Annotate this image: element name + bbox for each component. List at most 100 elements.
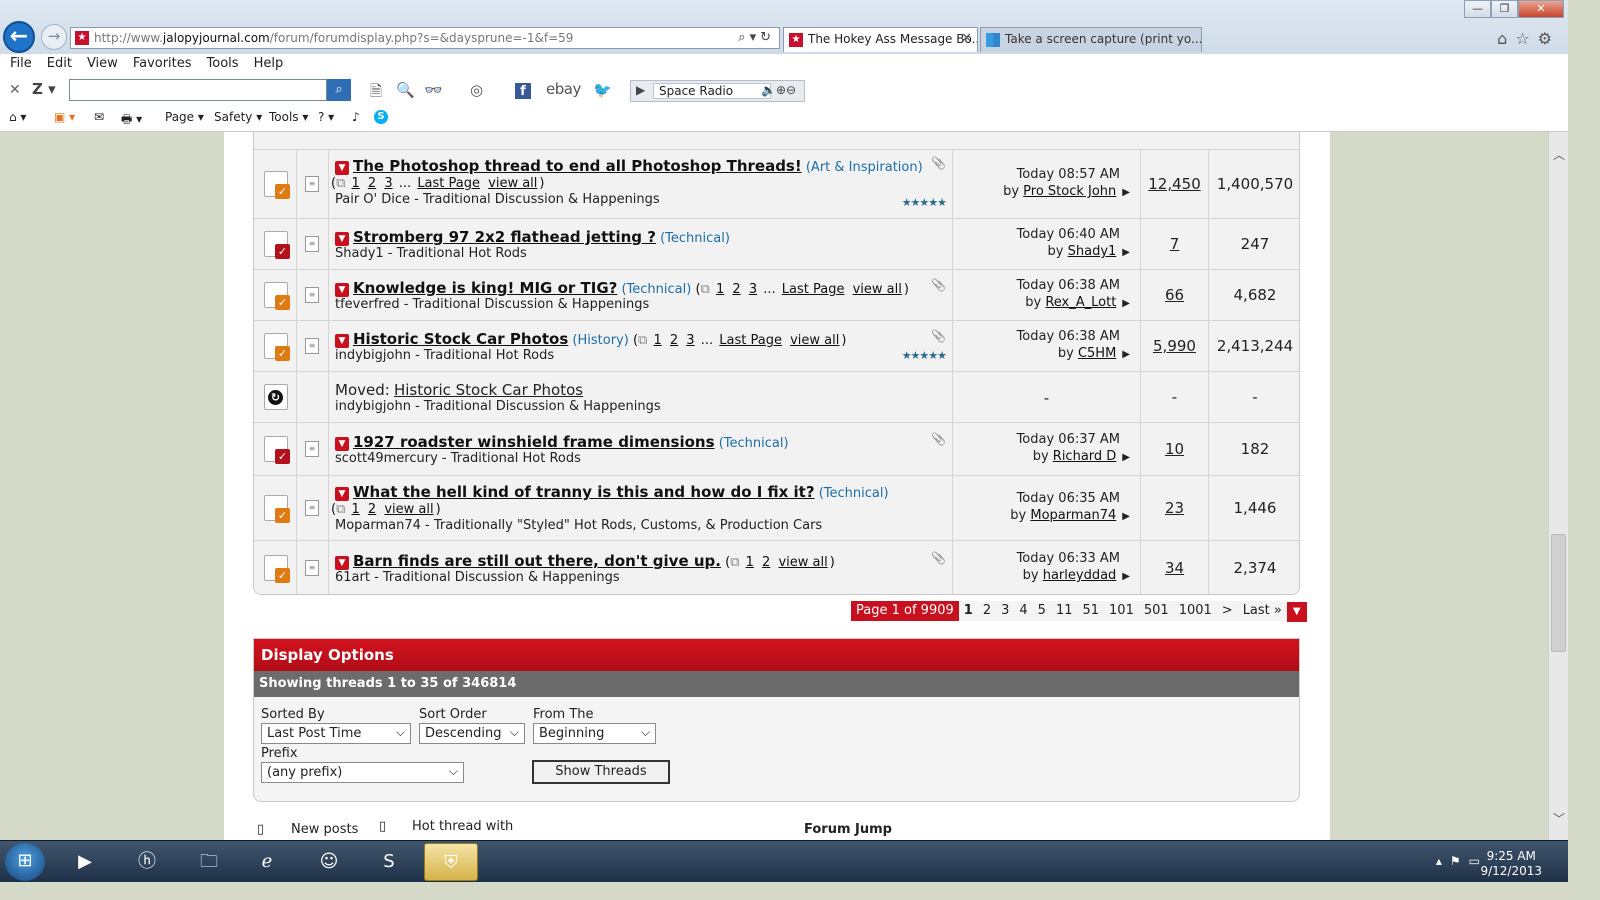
mail-icon[interactable]: ✉ bbox=[94, 110, 104, 124]
file-explorer-icon[interactable]: 🗀 bbox=[182, 843, 236, 881]
replies-count[interactable]: 12,450 bbox=[1141, 175, 1208, 193]
forward-button[interactable]: → bbox=[41, 24, 67, 50]
last-page-link[interactable]: Last Page bbox=[719, 333, 782, 348]
safety-menu[interactable]: Safety ▾ bbox=[214, 110, 262, 124]
last-page-link[interactable]: Last » bbox=[1237, 601, 1287, 621]
back-button[interactable]: ← bbox=[3, 21, 35, 53]
view-all-link[interactable]: view all bbox=[488, 176, 537, 191]
address-tools[interactable]: ⌕▾↻ bbox=[738, 30, 775, 45]
ebay-link[interactable]: ebay bbox=[546, 80, 581, 98]
home-icon[interactable]: ⌂ ▾ bbox=[9, 110, 26, 124]
replies-count[interactable]: 7 bbox=[1141, 235, 1208, 253]
sorted-by-select[interactable]: Last Post Time ⌵ bbox=[261, 723, 411, 744]
media-player-icon[interactable]: ▶ bbox=[58, 843, 112, 881]
close-tab-icon[interactable]: ✕ bbox=[961, 31, 972, 46]
moved-thread-link[interactable]: Historic Stock Car Photos bbox=[394, 381, 583, 399]
view-all-link[interactable]: view all bbox=[778, 555, 827, 570]
twitter-icon[interactable]: 🐦 bbox=[593, 81, 612, 99]
page-link[interactable]: 2 bbox=[368, 176, 376, 191]
magnifier-icon[interactable]: 🔍 bbox=[396, 81, 415, 99]
thread-title-link[interactable]: Historic Stock Car Photos bbox=[353, 330, 568, 348]
page-link[interactable]: 3 bbox=[686, 333, 694, 348]
page-link[interactable]: 3 bbox=[749, 282, 757, 297]
last-poster-link[interactable]: C5HM bbox=[1078, 346, 1116, 361]
page-number-link[interactable]: 2 bbox=[977, 601, 997, 621]
thread-dropdown-icon[interactable]: ▼ bbox=[335, 487, 349, 501]
menu-tools[interactable]: Tools bbox=[197, 55, 244, 71]
sort-order-select[interactable]: Descending ⌵ bbox=[419, 723, 525, 744]
last-poster-link[interactable]: Richard D bbox=[1053, 449, 1117, 464]
go-to-last-post-icon[interactable]: ▶ bbox=[1122, 187, 1130, 198]
gear-icon[interactable]: ⚙ bbox=[1538, 29, 1560, 48]
last-poster-link[interactable]: Pro Stock John bbox=[1023, 184, 1116, 199]
chevron-down-icon[interactable]: ▾ bbox=[750, 30, 761, 45]
maximize-button[interactable]: ❐ bbox=[1491, 0, 1518, 18]
print-icon[interactable]: 🖶 ▾ bbox=[121, 110, 142, 131]
clock[interactable]: 9:25 AM 9/12/2013 bbox=[1480, 849, 1542, 879]
scroll-up-icon[interactable]: ︿ bbox=[1553, 146, 1565, 163]
view-all-link[interactable]: view all bbox=[790, 333, 839, 348]
thread-dropdown-icon[interactable]: ▼ bbox=[335, 161, 349, 175]
thread-title-link[interactable]: Stromberg 97 2x2 flathead jetting ? bbox=[353, 228, 656, 246]
thread-title-link[interactable]: Barn finds are still out there, don't gi… bbox=[353, 552, 721, 570]
menu-favorites[interactable]: Favorites bbox=[123, 55, 197, 71]
thread-dropdown-icon[interactable]: ▼ bbox=[335, 334, 349, 348]
action-center-icon[interactable]: ⚑ bbox=[1450, 854, 1469, 868]
page-link[interactable]: 2 bbox=[762, 555, 770, 570]
go-to-last-post-icon[interactable]: ▶ bbox=[1122, 349, 1130, 360]
thread-dropdown-icon[interactable]: ▼ bbox=[335, 437, 349, 451]
page-number-link[interactable]: 51 bbox=[1077, 601, 1105, 621]
favorites-star-icon[interactable]: ☆ bbox=[1515, 29, 1537, 48]
last-poster-link[interactable]: Rex_A_Lott bbox=[1045, 295, 1116, 310]
people-icon[interactable]: ☺ bbox=[302, 843, 356, 881]
last-page-link[interactable]: Last Page bbox=[782, 282, 845, 297]
menu-help[interactable]: Help bbox=[244, 55, 289, 71]
prefix-select[interactable]: (any prefix) ⌵ bbox=[261, 762, 464, 783]
vertical-scrollbar[interactable]: ︿ ﹀ bbox=[1548, 132, 1568, 840]
search-icon[interactable]: ⌕ bbox=[738, 30, 749, 45]
document-icon[interactable]: 🗎 bbox=[370, 81, 382, 106]
radio-station-select[interactable]: Space Radio bbox=[653, 83, 771, 99]
page-number-link[interactable]: 501 bbox=[1138, 601, 1174, 621]
menu-file[interactable]: File bbox=[0, 55, 37, 71]
facebook-icon[interactable]: f bbox=[515, 83, 531, 99]
replies-count[interactable]: 10 bbox=[1141, 440, 1208, 458]
last-page-link[interactable]: Last Page bbox=[417, 176, 480, 191]
page-number-link[interactable]: 1001 bbox=[1173, 601, 1217, 621]
page-link[interactable]: 3 bbox=[384, 176, 392, 191]
address-bar[interactable]: ★ http://www.jalopyjournal.com/forum/for… bbox=[70, 27, 780, 49]
last-poster-link[interactable]: Moparman74 bbox=[1030, 508, 1116, 523]
internet-explorer-icon[interactable]: ℯ bbox=[240, 843, 294, 881]
glasses-icon[interactable]: ◎ bbox=[470, 81, 483, 99]
pagination-dropdown-icon[interactable]: ▼ bbox=[1286, 602, 1307, 622]
start-button[interactable]: ⊞ bbox=[5, 843, 45, 881]
replies-count[interactable]: 5,990 bbox=[1141, 337, 1208, 355]
go-to-last-post-icon[interactable]: ▶ bbox=[1122, 571, 1130, 582]
go-to-last-post-icon[interactable]: ▶ bbox=[1122, 298, 1130, 309]
last-poster-link[interactable]: Shady1 bbox=[1068, 244, 1117, 259]
replies-count[interactable]: 34 bbox=[1141, 559, 1208, 577]
page-menu[interactable]: Page ▾ bbox=[165, 110, 204, 124]
thread-title-link[interactable]: 1927 roadster winshield frame dimensions bbox=[353, 433, 715, 451]
page-number-link[interactable]: 5 bbox=[1032, 601, 1051, 621]
menu-edit[interactable]: Edit bbox=[37, 55, 77, 71]
close-window-button[interactable]: ✕ bbox=[1518, 0, 1564, 18]
skype-icon[interactable]: S bbox=[362, 843, 416, 881]
home-icon[interactable]: ⌂ bbox=[1497, 29, 1515, 48]
page-link[interactable]: 2 bbox=[368, 502, 376, 517]
tools-menu[interactable]: Tools ▾ bbox=[269, 110, 308, 124]
refresh-icon[interactable]: ↻ bbox=[760, 30, 775, 45]
view-all-link[interactable]: view all bbox=[384, 502, 433, 517]
page-number-link[interactable]: 101 bbox=[1104, 601, 1139, 621]
play-icon[interactable]: ▶ bbox=[636, 83, 645, 97]
notes-icon[interactable]: ♪ bbox=[352, 110, 360, 124]
page-link[interactable]: 1 bbox=[352, 176, 360, 191]
next-page-link[interactable]: > bbox=[1216, 601, 1238, 621]
page-number-link[interactable]: 11 bbox=[1050, 601, 1078, 621]
page-link[interactable]: 1 bbox=[716, 282, 724, 297]
address-url[interactable]: http://www.jalopyjournal.com/forum/forum… bbox=[94, 31, 573, 45]
toolbar-logo-icon[interactable]: Z ▾ bbox=[32, 80, 56, 98]
page-number-link[interactable]: 1 bbox=[958, 601, 978, 621]
page-link[interactable]: 1 bbox=[352, 502, 360, 517]
go-to-last-post-icon[interactable]: ▶ bbox=[1122, 511, 1130, 522]
